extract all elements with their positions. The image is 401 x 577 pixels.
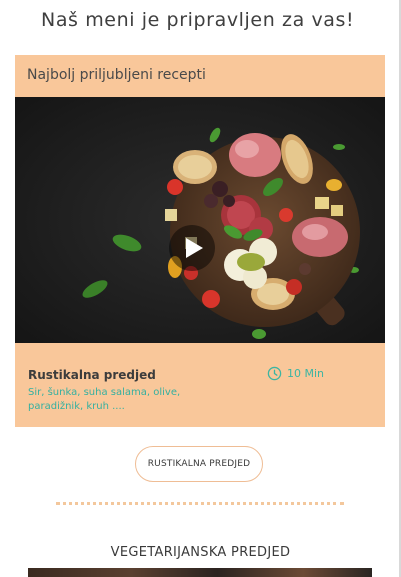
play-icon[interactable] xyxy=(167,223,217,273)
next-recipe-image xyxy=(28,568,372,577)
recipe-title: Rustikalna predjed xyxy=(28,368,156,382)
section-title: VEGETARIJANSKA PREDJED xyxy=(110,545,291,560)
prep-time: 10 Min xyxy=(267,364,324,382)
clock-icon xyxy=(267,366,282,380)
card-header: Najbolj priljubljeni recepti xyxy=(15,55,385,97)
ingredients-line-2: paradižnik, kruh .... xyxy=(28,401,125,412)
prep-time-label: 10 Min xyxy=(287,366,325,380)
featured-recipe-card: Najbolj priljubljeni recepti Rustikalna … xyxy=(15,55,385,427)
recipe-video[interactable] xyxy=(15,97,385,343)
dotted-divider xyxy=(56,502,344,505)
card-header-title: Najbolj priljubljeni recepti xyxy=(27,67,206,83)
ingredients-line-1: Sir, šunka, suha salama, olive, xyxy=(28,387,181,398)
charcuterie-board-image xyxy=(15,97,385,343)
page-title: Naš meni je pripravljen za vas! xyxy=(41,9,355,31)
recipe-button[interactable]: RUSTIKALNA PREDJED xyxy=(135,446,263,482)
recipe-ingredients: Sir, šunka, suha salama, olive, paradižn… xyxy=(28,386,228,414)
